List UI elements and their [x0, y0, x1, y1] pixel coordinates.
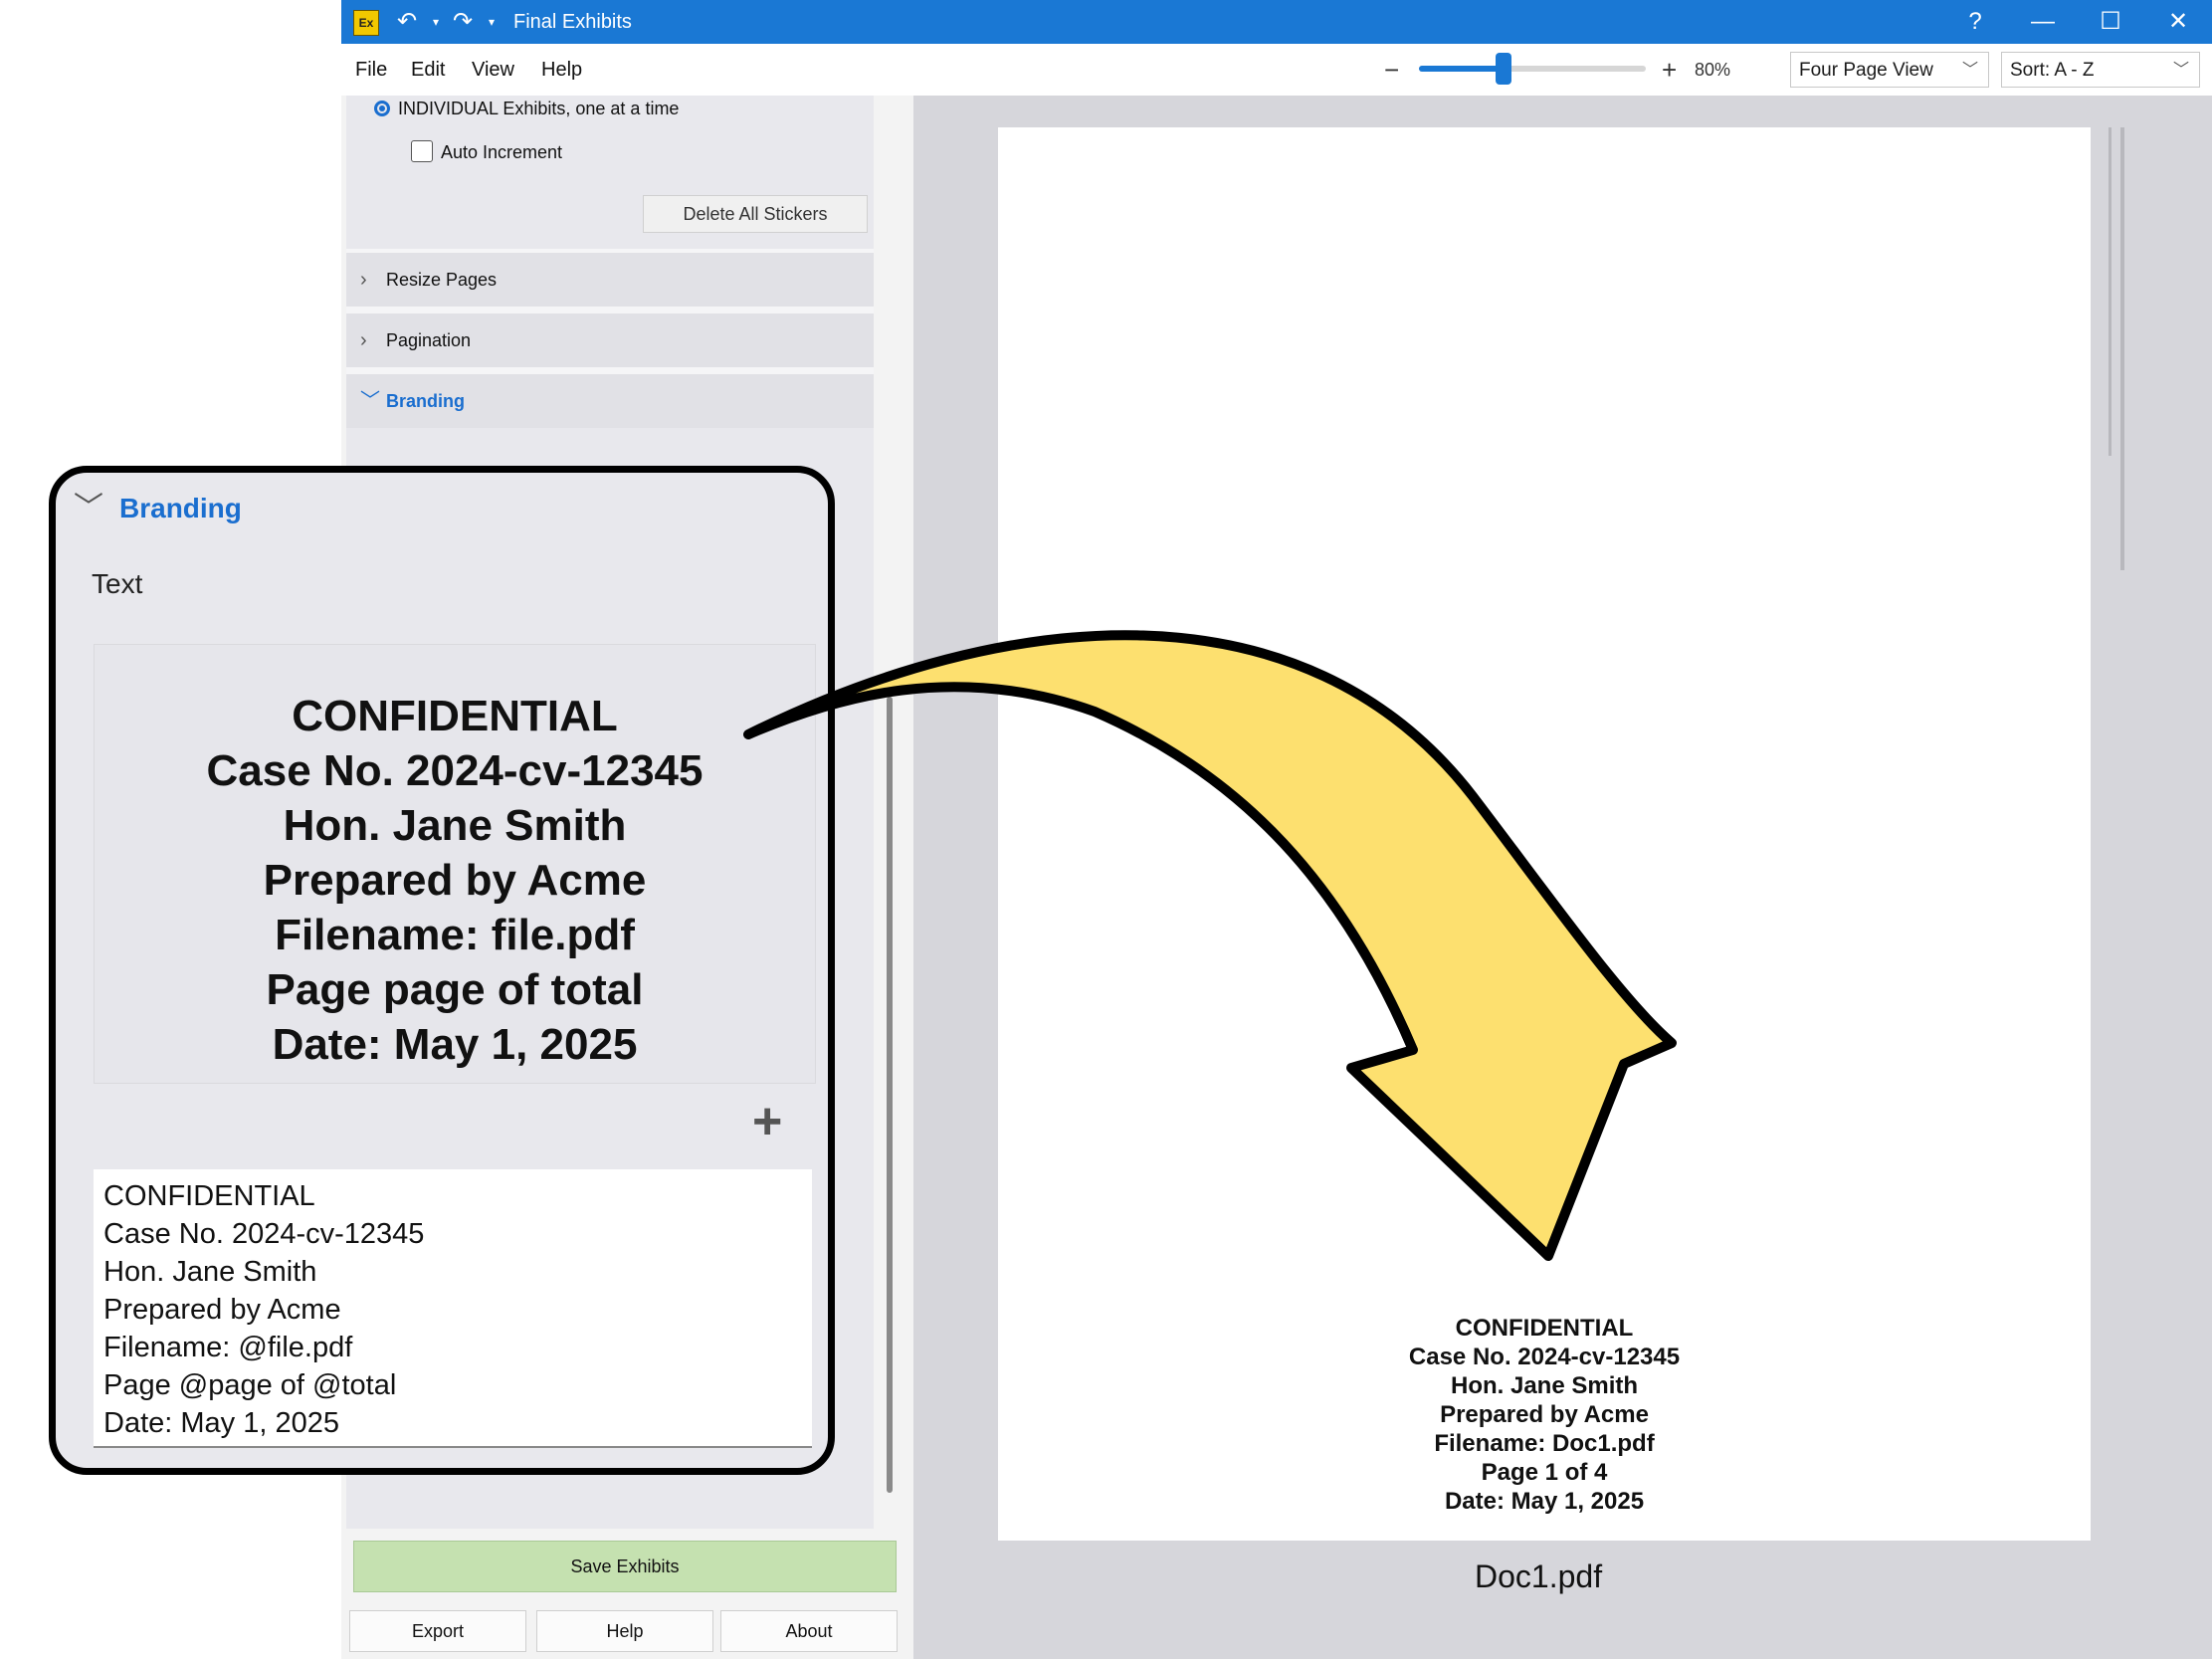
redo-dropdown-icon[interactable]: ▾ — [489, 0, 495, 44]
title-bar: Ex ↶ ▾ ↷ ▾ Final Exhibits ? — ☐ ✕ — [341, 0, 2212, 44]
preview-scrollbar-thumb[interactable] — [2120, 127, 2124, 570]
preview-text: CONFIDENTIAL Case No. 2024-cv-12345 Hon.… — [95, 689, 815, 1072]
preview-line: Prepared by Acme — [263, 856, 647, 905]
chevron-down-icon: ﹀ — [360, 390, 380, 412]
input-line: Date: May 1, 2025 — [103, 1407, 339, 1439]
help-button[interactable]: Help — [536, 1610, 713, 1652]
about-button[interactable]: About — [720, 1610, 898, 1652]
individual-exhibits-label: INDIVIDUAL Exhibits, one at a time — [398, 99, 680, 118]
preview-line: Date: May 1, 2025 — [272, 1020, 638, 1069]
export-button[interactable]: Export — [349, 1610, 526, 1652]
minimize-icon[interactable]: — — [2009, 0, 2077, 44]
chevron-down-icon[interactable]: ﹀ — [74, 489, 103, 528]
stamp-line: Date: May 1, 2025 — [1444, 1488, 1645, 1515]
branding-callout: ﹀ Branding Text CONFIDENTIAL Case No. 20… — [49, 466, 835, 1475]
input-line: CONFIDENTIAL — [103, 1180, 315, 1212]
stamp-line: Hon. Jane Smith — [1450, 1372, 1639, 1399]
preview-line: Filename: file.pdf — [275, 911, 635, 959]
menu-help[interactable]: Help — [541, 44, 582, 96]
menu-view[interactable]: View — [472, 44, 514, 96]
add-icon[interactable]: + — [752, 1096, 782, 1147]
section-resize-pages[interactable]: › Resize Pages — [346, 253, 874, 307]
branding-text-input[interactable]: CONFIDENTIAL Case No. 2024-cv-12345 Hon.… — [94, 1169, 812, 1448]
document-name: Doc1.pdf — [1475, 1558, 1603, 1594]
section-label: Branding — [386, 391, 465, 411]
delete-all-stickers-button[interactable]: Delete All Stickers — [643, 195, 868, 233]
undo-icon[interactable]: ↶ — [397, 0, 417, 44]
section-label: Pagination — [386, 330, 472, 350]
individual-exhibits-option[interactable]: INDIVIDUAL Exhibits, one at a time — [374, 96, 679, 121]
chevron-right-icon: › — [360, 329, 367, 351]
stamp-line: Page 1 of 4 — [1481, 1459, 1608, 1486]
radio-selected-icon[interactable] — [374, 101, 390, 116]
window-title: Final Exhibits — [513, 11, 632, 33]
redo-icon[interactable]: ↷ — [453, 0, 473, 44]
zoom-level: 80% — [1695, 60, 1731, 80]
chevron-down-icon: ﹀ — [2172, 62, 2189, 79]
zoom-slider[interactable] — [1419, 66, 1646, 72]
menu-bar: File Edit View Help − + 80% Four Page Vi… — [341, 44, 2212, 96]
zoom-in-icon[interactable]: + — [1662, 44, 1677, 96]
section-divider — [346, 367, 874, 374]
stamp-line: CONFIDENTIAL — [1455, 1315, 1634, 1342]
preview-line: Case No. 2024-cv-12345 — [206, 746, 704, 795]
zoom-slider-thumb[interactable] — [1496, 53, 1511, 85]
chevron-right-icon: › — [360, 269, 367, 291]
auto-increment-checkbox[interactable] — [411, 140, 433, 162]
text-label: Text — [92, 568, 143, 599]
preview-line: Page page of total — [266, 965, 644, 1014]
panel-scrollbar[interactable] — [887, 697, 893, 1493]
menu-file[interactable]: File — [355, 44, 387, 96]
view-mode-value: Four Page View — [1799, 60, 1933, 81]
stamp-line: Case No. 2024-cv-12345 — [1408, 1344, 1681, 1370]
preview-scrollbar[interactable] — [2109, 127, 2111, 456]
branding-text-preview: CONFIDENTIAL Case No. 2024-cv-12345 Hon.… — [94, 644, 816, 1084]
preview-line: CONFIDENTIAL — [292, 692, 618, 740]
undo-dropdown-icon[interactable]: ▾ — [433, 0, 439, 44]
auto-increment-label: Auto Increment — [441, 142, 563, 162]
help-icon[interactable]: ? — [1941, 0, 2009, 44]
view-mode-select[interactable]: Four Page View ﹀ — [1790, 52, 1989, 88]
auto-increment-option[interactable]: Auto Increment — [411, 139, 562, 165]
save-exhibits-button[interactable]: Save Exhibits — [353, 1541, 897, 1592]
preview-line: Hon. Jane Smith — [283, 801, 627, 850]
app-icon: Ex — [353, 10, 379, 36]
chevron-down-icon: ﹀ — [1961, 62, 1978, 79]
input-line: Hon. Jane Smith — [103, 1256, 317, 1288]
close-icon[interactable]: ✕ — [2144, 0, 2212, 44]
menu-edit[interactable]: Edit — [411, 44, 445, 96]
sort-value: Sort: A - Z — [2010, 60, 2095, 81]
section-divider — [346, 307, 874, 313]
section-label: Resize Pages — [386, 270, 498, 290]
stamp-line: Filename: Doc1.pdf — [1434, 1430, 1655, 1457]
section-branding[interactable]: ﹀ Branding — [346, 374, 874, 428]
sort-select[interactable]: Sort: A - Z ﹀ — [2001, 52, 2200, 88]
stamp-line: Prepared by Acme — [1440, 1401, 1649, 1428]
input-line: Prepared by Acme — [103, 1294, 341, 1326]
input-line: Page @page of @total — [103, 1369, 397, 1401]
zoom-out-icon[interactable]: − — [1384, 44, 1399, 96]
branding-stamp: CONFIDENTIAL Case No. 2024-cv-12345 Hon.… — [1234, 1314, 1855, 1516]
input-line: Case No. 2024-cv-12345 — [103, 1218, 425, 1250]
input-line: Filename: @file.pdf — [103, 1332, 353, 1363]
section-pagination[interactable]: › Pagination — [346, 313, 874, 367]
callout-section-title[interactable]: Branding — [119, 489, 242, 528]
maximize-icon[interactable]: ☐ — [2077, 0, 2144, 44]
